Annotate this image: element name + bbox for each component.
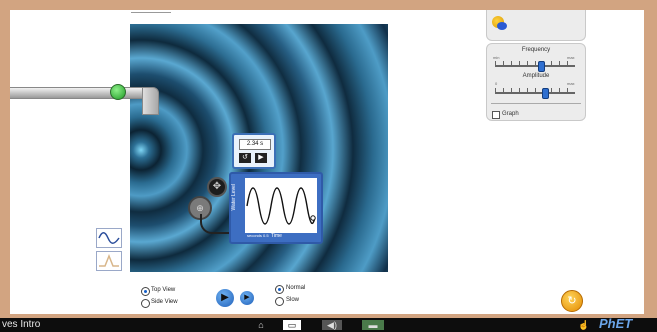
wave-view-icon[interactable] [96, 228, 122, 248]
top-view-radio[interactable] [141, 287, 150, 296]
step-icon[interactable]: ▶ [240, 291, 254, 305]
ruler-stub[interactable] [131, 10, 171, 13]
home-icon[interactable]: ⌂ [255, 320, 267, 330]
side-view-radio[interactable] [141, 299, 150, 308]
control-panel: Frequency min max Amplitude 0 max Graph [486, 43, 586, 121]
frequency-max: max [567, 55, 575, 60]
amplitude-min: 0 [495, 81, 498, 86]
pipe-elbow [142, 87, 159, 115]
accessibility-icon[interactable]: ☝ [578, 320, 590, 330]
crosshair-icon[interactable]: ✥ [207, 177, 227, 197]
faucet-knob[interactable] [110, 84, 126, 100]
graph-x-label: Time [271, 233, 282, 239]
reset-icon[interactable]: ↻ [561, 290, 583, 312]
sim-frame: Frequency min max Amplitude 0 max Graph … [10, 10, 644, 314]
amplitude-max: max [567, 81, 575, 86]
slow-speed-label: Slow [286, 297, 300, 303]
sim-title: ves Intro [2, 319, 41, 330]
play-icon[interactable]: ▶ [216, 289, 234, 307]
normal-speed-radio[interactable] [275, 285, 284, 294]
graph-plot [245, 178, 317, 233]
divider [491, 103, 581, 104]
rewind-icon[interactable]: ↺ [239, 153, 251, 163]
slow-speed-radio[interactable] [275, 297, 284, 306]
graph-label: Graph [502, 111, 519, 117]
screen-icon[interactable]: ▭ [283, 320, 301, 330]
graph-sine-wave [246, 187, 316, 225]
keyboard-icon[interactable]: ▬ [362, 320, 384, 330]
side-view-label: Side View [151, 299, 178, 305]
phet-logo[interactable]: PhET [599, 316, 632, 331]
amplitude-slider-thumb[interactable] [541, 88, 549, 99]
frequency-slider[interactable] [495, 65, 575, 67]
graph-y-label: Water Level [231, 184, 237, 211]
frequency-label: Frequency [521, 47, 551, 53]
graph-scale-label: seconds 0.5 [247, 233, 269, 238]
frequency-slider-thumb[interactable] [538, 61, 546, 72]
stopwatch-play-icon[interactable]: ▶ [255, 153, 267, 163]
top-view-label: Top View [151, 287, 176, 293]
water-pipe [10, 87, 150, 99]
taskbar: ves Intro ⌂ ▭ ◀) ▬ ☝ [0, 318, 657, 332]
amplitude-slider[interactable] [495, 92, 575, 94]
pulse-view-icon[interactable] [96, 251, 122, 271]
graph-checkbox[interactable] [492, 111, 500, 119]
stopwatch-time: 2.34 s [239, 139, 271, 150]
amplitude-label: Amplitude [522, 73, 550, 79]
sound-icon[interactable]: ◀) [322, 320, 342, 330]
water-level-graph[interactable]: Water Level seconds 0.5 Time [229, 172, 323, 244]
frequency-min: min [493, 55, 500, 60]
normal-speed-label: Normal [286, 285, 306, 291]
drop-icon [497, 22, 507, 30]
stopwatch[interactable]: 2.34 s ↺ ▶ [232, 133, 276, 169]
